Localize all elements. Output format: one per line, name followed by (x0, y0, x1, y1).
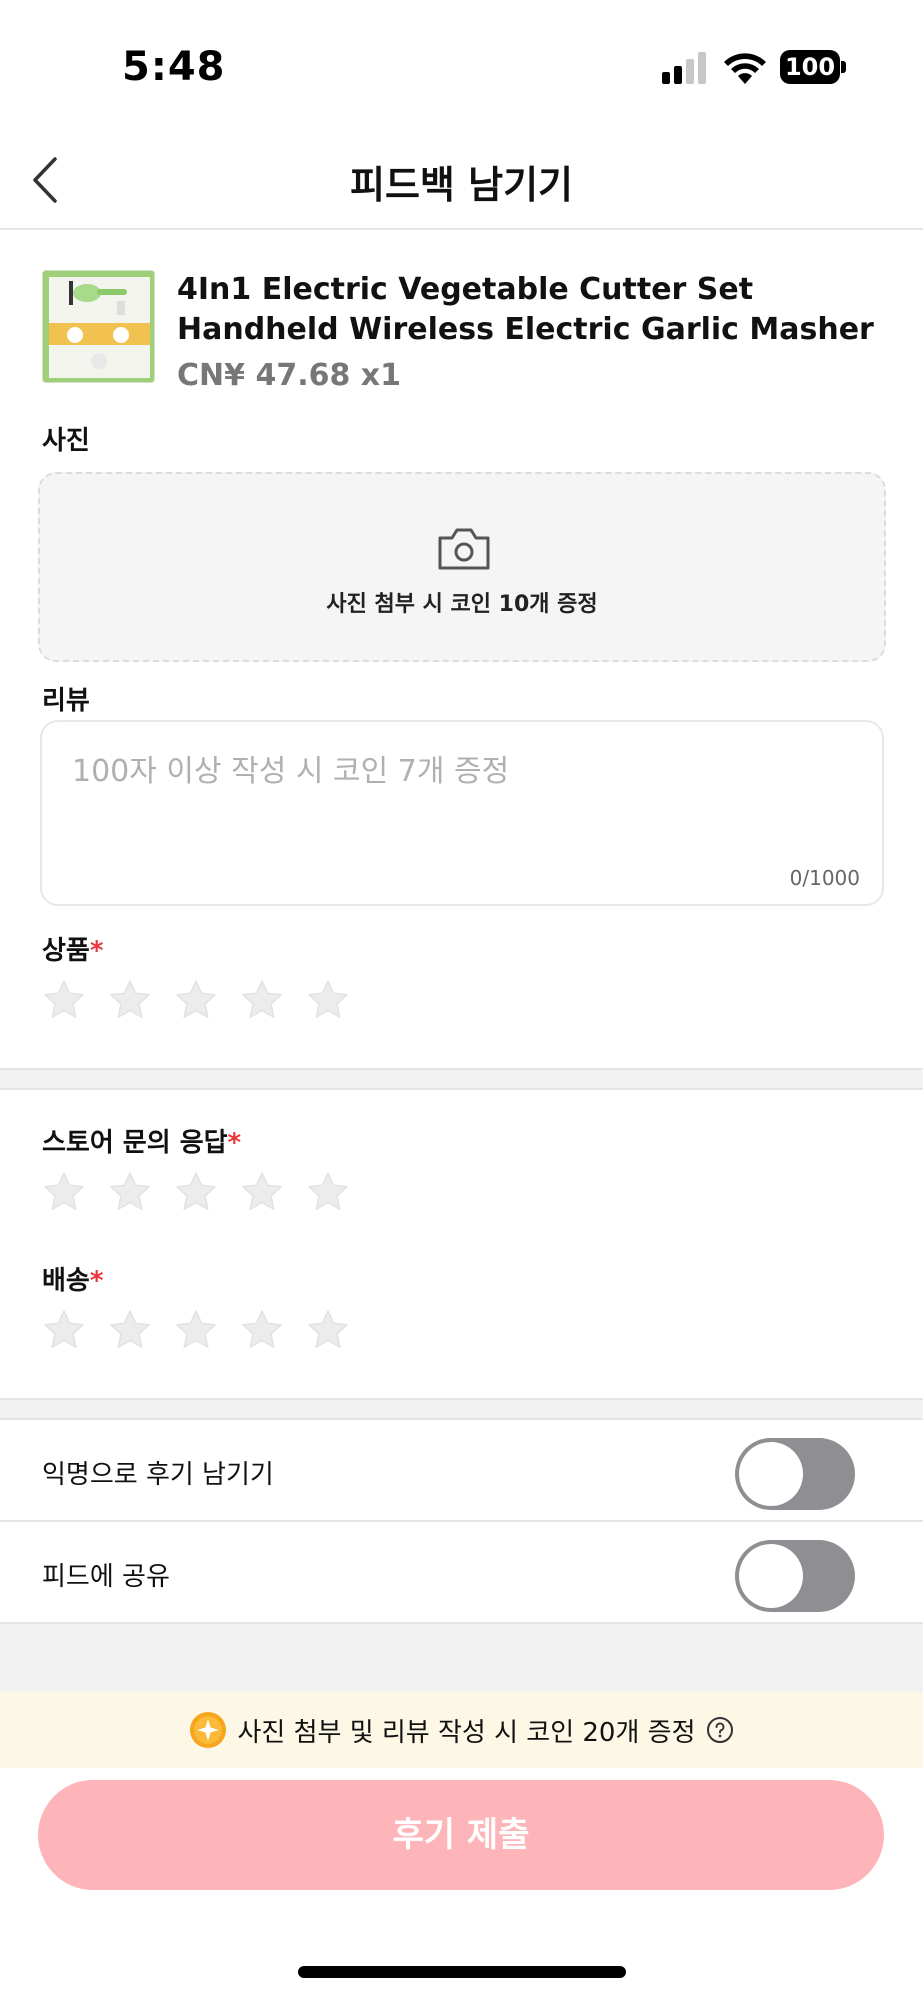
review-placeholder: 100자 이상 작성 시 코인 7개 증정 (72, 754, 510, 789)
anonymous-label: 익명으로 후기 남기기 (42, 1460, 274, 1490)
review-section-label: 리뷰 (42, 686, 90, 716)
star-icon[interactable] (108, 978, 152, 1022)
spacer (0, 1624, 923, 1692)
anonymous-option-row: 익명으로 후기 남기기 (0, 1420, 923, 1522)
status-time: 5:48 (122, 44, 226, 90)
photo-upload-prompt: 사진 첨부 시 코인 10개 증정 (326, 592, 598, 617)
submit-review-button[interactable]: 후기 제출 (38, 1780, 884, 1890)
section-divider (0, 1398, 923, 1420)
star-icon[interactable] (240, 978, 284, 1022)
product-price: CN¥ 47.68 x1 (177, 358, 402, 393)
battery-icon: 100 (780, 50, 846, 84)
star-icon[interactable] (42, 1170, 86, 1214)
star-icon[interactable] (240, 1170, 284, 1214)
status-bar: 5:48 100 (0, 0, 923, 130)
review-char-counter: 0/1000 (789, 866, 860, 890)
store-rating-label: 스토어 문의 응답* (42, 1128, 242, 1158)
coin-icon (190, 1712, 227, 1748)
header-bar: 피드백 남기기 (0, 130, 923, 230)
review-textarea[interactable]: 100자 이상 작성 시 코인 7개 증정 0/1000 (40, 720, 884, 906)
star-icon[interactable] (108, 1308, 152, 1352)
wifi-icon (724, 53, 766, 84)
product-summary: 4In1 Electric Vegetable Cutter Set Handh… (42, 270, 892, 400)
battery-level: 100 (780, 50, 840, 84)
question-circle-icon[interactable] (706, 1716, 734, 1744)
delivery-rating-label: 배송* (42, 1266, 104, 1296)
section-divider (0, 1068, 923, 1090)
coin-reward-text: 사진 첨부 및 리뷰 작성 시 코인 20개 증정 (237, 1717, 696, 1748)
star-icon[interactable] (240, 1308, 284, 1352)
product-thumbnail (42, 270, 155, 383)
star-icon[interactable] (306, 1308, 350, 1352)
star-icon[interactable] (174, 1170, 218, 1214)
share-feed-label: 피드에 공유 (42, 1562, 170, 1592)
photo-section-label: 사진 (42, 426, 90, 456)
star-icon[interactable] (108, 1170, 152, 1214)
product-name[interactable]: 4In1 Electric Vegetable Cutter Set Handh… (177, 270, 917, 350)
home-indicator (298, 1966, 626, 1978)
star-icon[interactable] (42, 1308, 86, 1352)
star-icon[interactable] (174, 978, 218, 1022)
coin-reward-banner: 사진 첨부 및 리뷰 작성 시 코인 20개 증정 (0, 1692, 923, 1768)
page-title: 피드백 남기기 (350, 163, 573, 207)
share-feed-toggle[interactable] (735, 1540, 855, 1612)
star-icon[interactable] (42, 978, 86, 1022)
product-rating-stars[interactable] (42, 978, 350, 1028)
store-rating-stars[interactable] (42, 1170, 350, 1220)
star-icon[interactable] (306, 1170, 350, 1214)
camera-icon (438, 528, 490, 570)
photo-upload-area[interactable]: 사진 첨부 시 코인 10개 증정 (38, 472, 886, 662)
product-rating-label: 상품* (42, 936, 104, 966)
delivery-rating-stars[interactable] (42, 1308, 350, 1358)
star-icon[interactable] (174, 1308, 218, 1352)
star-icon[interactable] (306, 978, 350, 1022)
cellular-signal-icon (662, 52, 706, 84)
anonymous-toggle[interactable] (735, 1438, 855, 1510)
share-feed-option-row: 피드에 공유 (0, 1522, 923, 1624)
